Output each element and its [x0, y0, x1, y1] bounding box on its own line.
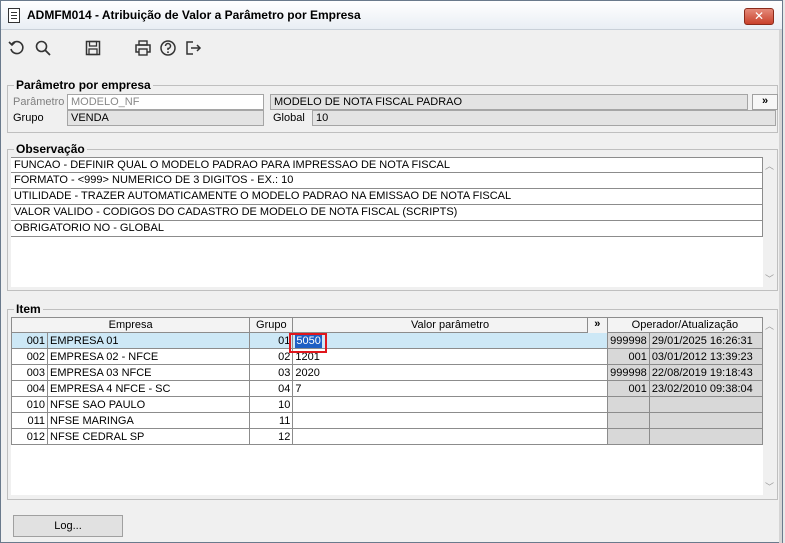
empresa-name: NFSE SAO PAULO: [47, 396, 251, 413]
global-field: 10: [312, 110, 776, 126]
item-title: Item: [14, 302, 43, 316]
empresa-name: NFSE MARINGA: [47, 412, 251, 429]
expand-param-button[interactable]: »: [752, 94, 778, 110]
grupo-cell: 10: [249, 396, 294, 413]
window-edge: [779, 30, 782, 543]
operador-cell: 999998: [606, 364, 650, 381]
save-icon[interactable]: [82, 37, 104, 59]
exit-icon[interactable]: [182, 37, 204, 59]
empresa-code: 001: [10, 332, 49, 349]
operador-cell: [606, 412, 650, 429]
help-icon[interactable]: [157, 37, 179, 59]
valor-cell[interactable]: [292, 412, 608, 429]
toolbar: [1, 31, 782, 67]
data-cell: 29/01/2025 16:26:31: [648, 332, 764, 349]
valor-cell-editing[interactable]: 5050: [292, 332, 608, 349]
grupo-cell: 04: [249, 380, 294, 397]
search-icon[interactable]: [32, 37, 54, 59]
valor-cell[interactable]: 7: [292, 380, 608, 397]
item-scrollbar[interactable]: ︿ ﹀: [763, 317, 777, 495]
data-cell: 23/02/2010 09:38:04: [648, 380, 764, 397]
observacao-line: VALOR VALIDO - CODIGOS DO CADASTRO DE MO…: [11, 205, 763, 221]
observacao-line: UTILIDADE - TRAZER AUTOMATICAMENTE O MOD…: [11, 189, 763, 205]
observacao-line: FUNCAO - DEFINIR QUAL O MODELO PADRAO PA…: [11, 157, 763, 173]
operador-cell: 001: [606, 348, 650, 365]
table-row[interactable]: 012 NFSE CEDRAL SP 12: [10, 428, 764, 445]
col-operador[interactable]: Operador/Atualização: [606, 317, 764, 333]
grupo-field: VENDA: [67, 110, 264, 126]
observacao-group: Observação FUNCAO - DEFINIR QUAL O MODEL…: [7, 142, 778, 291]
empresa-code: 003: [10, 364, 49, 381]
param-group-title: Parâmetro por empresa: [14, 78, 153, 92]
data-cell: 03/01/2012 13:39:23: [648, 348, 764, 365]
col-grupo[interactable]: Grupo: [249, 317, 294, 333]
observacao-list: FUNCAO - DEFINIR QUAL O MODELO PADRAO PA…: [11, 157, 763, 287]
observacao-scrollbar[interactable]: ︿ ﹀: [763, 157, 777, 287]
global-label: Global: [273, 112, 305, 124]
col-valor[interactable]: Valor parâmetro »: [292, 317, 608, 333]
param-group: Parâmetro por empresa Parâmetro MODELO_N…: [7, 78, 778, 133]
refresh-icon[interactable]: [6, 37, 28, 59]
parametro-field[interactable]: MODELO_NF: [67, 94, 264, 110]
print-icon[interactable]: [132, 37, 154, 59]
operador-cell: 001: [606, 380, 650, 397]
operador-cell: 999998: [606, 332, 650, 349]
valor-cell[interactable]: 1201: [292, 348, 608, 365]
operador-cell: [606, 428, 650, 445]
valor-cell[interactable]: [292, 396, 608, 413]
empresa-code: 010: [10, 396, 49, 413]
log-button[interactable]: Log...: [13, 515, 123, 537]
grupo-cell: 01: [249, 332, 294, 349]
table-row[interactable]: 003 EMPRESA 03 NFCE 03 2020 999998 22/08…: [10, 364, 764, 381]
empresa-name: NFSE CEDRAL SP: [47, 428, 251, 445]
table-header: Empresa Grupo Valor parâmetro » Operador/…: [10, 317, 764, 333]
item-table: Empresa Grupo Valor parâmetro » Operador/…: [10, 317, 764, 445]
valor-cell[interactable]: [292, 428, 608, 445]
data-cell: [648, 428, 764, 445]
valor-cell[interactable]: 2020: [292, 364, 608, 381]
col-empresa[interactable]: Empresa: [10, 317, 251, 333]
empresa-name: EMPRESA 02 - NFCE: [47, 348, 251, 365]
observacao-title: Observação: [14, 142, 87, 156]
window-title: ADMFM014 - Atribuição de Valor a Parâmet…: [27, 8, 361, 22]
item-group: Item Empresa Grupo Valor parâmetro » Oper…: [7, 302, 778, 500]
table-row[interactable]: 010 NFSE SAO PAULO 10: [10, 396, 764, 413]
data-cell: [648, 396, 764, 413]
document-icon: [8, 8, 20, 23]
scroll-down-icon[interactable]: ﹀: [765, 272, 774, 285]
observacao-line: FORMATO - <999> NUMERICO DE 3 DIGITOS - …: [11, 173, 763, 189]
observacao-line: OBRIGATORIO NO - GLOBAL: [11, 221, 763, 237]
grupo-cell: 03: [249, 364, 294, 381]
scroll-down-icon[interactable]: ﹀: [765, 480, 774, 493]
scroll-up-icon[interactable]: ︿: [765, 159, 774, 172]
empresa-name: EMPRESA 01: [47, 332, 251, 349]
table-row[interactable]: 001 EMPRESA 01 01 5050 999998 29/01/2025…: [10, 332, 764, 349]
empresa-code: 004: [10, 380, 49, 397]
item-grid-area: Empresa Grupo Valor parâmetro » Operador/…: [10, 317, 764, 495]
empresa-name: EMPRESA 03 NFCE: [47, 364, 251, 381]
valor-input[interactable]: 5050: [295, 334, 322, 348]
empresa-code: 002: [10, 348, 49, 365]
main-window: ADMFM014 - Atribuição de Valor a Parâmet…: [0, 0, 783, 543]
close-button[interactable]: ✕: [744, 8, 774, 25]
scroll-up-icon[interactable]: ︿: [765, 319, 774, 332]
table-row[interactable]: 011 NFSE MARINGA 11: [10, 412, 764, 429]
operador-cell: [606, 396, 650, 413]
title-bar: ADMFM014 - Atribuição de Valor a Parâmet…: [1, 1, 782, 30]
grupo-cell: 02: [249, 348, 294, 365]
empresa-name: EMPRESA 4 NFCE - SC: [47, 380, 251, 397]
empresa-code: 011: [10, 412, 49, 429]
valor-expand-button[interactable]: »: [586, 318, 607, 333]
descricao-field: MODELO DE NOTA FISCAL PADRAO: [270, 94, 748, 110]
data-cell: [648, 412, 764, 429]
grupo-cell: 11: [249, 412, 294, 429]
parametro-label: Parâmetro: [13, 96, 65, 108]
data-cell: 22/08/2019 19:18:43: [648, 364, 764, 381]
grupo-cell: 12: [249, 428, 294, 445]
table-row[interactable]: 004 EMPRESA 4 NFCE - SC 04 7 001 23/02/2…: [10, 380, 764, 397]
grupo-label: Grupo: [13, 112, 44, 124]
empresa-code: 012: [10, 428, 49, 445]
table-row[interactable]: 002 EMPRESA 02 - NFCE 02 1201 001 03/01/…: [10, 348, 764, 365]
col-valor-label: Valor parâmetro: [411, 318, 490, 331]
